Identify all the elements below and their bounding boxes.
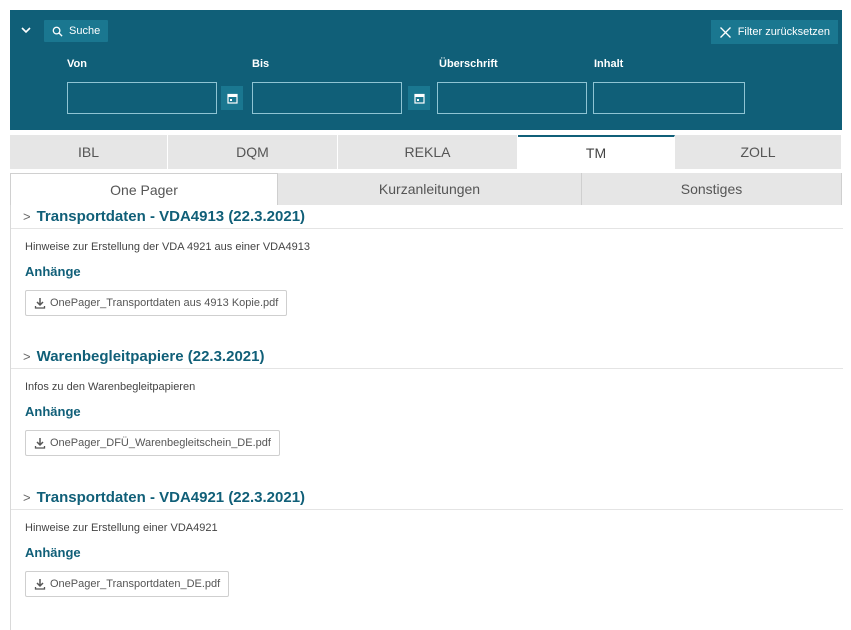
attachment-filename: OnePager_Transportdaten aus 4913 Kopie.p… bbox=[50, 297, 279, 309]
bis-label: Bis bbox=[252, 58, 270, 70]
attachments-label: Anhänge bbox=[25, 545, 81, 560]
attachments-label: Anhänge bbox=[25, 264, 81, 279]
section-header[interactable]: > Warenbegleitpapiere (22.3.2021) bbox=[11, 345, 843, 369]
ueberschrift-label: Überschrift bbox=[439, 58, 498, 70]
tab-kurzanleitungen[interactable]: Kurzanleitungen bbox=[278, 173, 582, 205]
ueberschrift-input[interactable] bbox=[437, 82, 587, 114]
bis-calendar-button[interactable] bbox=[408, 86, 430, 110]
section-header[interactable]: > Transportdaten - VDA4921 (22.3.2021) bbox=[11, 486, 843, 510]
tab-dqm[interactable]: DQM bbox=[168, 135, 338, 169]
download-icon bbox=[34, 579, 46, 590]
attachment-filename: OnePager_DFÜ_Warenbegleitschein_DE.pdf bbox=[50, 437, 271, 449]
content-list: > Transportdaten - VDA4913 (22.3.2021) H… bbox=[10, 205, 843, 630]
list-item: > Transportdaten - VDA4913 (22.3.2021) H… bbox=[11, 205, 843, 316]
download-icon bbox=[34, 298, 46, 309]
tab-zoll[interactable]: ZOLL bbox=[675, 135, 842, 169]
tab-one-pager[interactable]: One Pager bbox=[10, 173, 278, 205]
collapse-button[interactable] bbox=[18, 20, 34, 40]
attachment-file[interactable]: OnePager_Transportdaten aus 4913 Kopie.p… bbox=[25, 290, 288, 316]
list-item: > Transportdaten - VDA4921 (22.3.2021) H… bbox=[11, 486, 843, 597]
chevron-right-icon: > bbox=[23, 209, 31, 224]
tab-ibl[interactable]: IBL bbox=[10, 135, 168, 169]
section-description: Hinweise zur Erstellung einer VDA4921 bbox=[25, 522, 218, 534]
inhalt-input[interactable] bbox=[593, 82, 745, 114]
calendar-icon bbox=[413, 93, 425, 104]
download-icon bbox=[34, 438, 46, 449]
chevron-down-icon bbox=[21, 27, 31, 34]
calendar-icon bbox=[226, 93, 238, 104]
chevron-right-icon: > bbox=[23, 349, 31, 364]
chevron-right-icon: > bbox=[23, 490, 31, 505]
sub-tabs: One Pager Kurzanleitungen Sonstiges bbox=[10, 173, 842, 205]
attachment-file[interactable]: OnePager_DFÜ_Warenbegleitschein_DE.pdf bbox=[25, 430, 280, 456]
filter-panel: Suche Filter zurücksetzen Von Bis Übersc… bbox=[10, 10, 842, 130]
von-date-input[interactable] bbox=[67, 82, 217, 114]
section-title: Transportdaten - VDA4921 (22.3.2021) bbox=[36, 489, 306, 506]
attachments-label: Anhänge bbox=[25, 404, 81, 419]
tab-rekla[interactable]: REKLA bbox=[338, 135, 518, 169]
attachment-filename: OnePager_Transportdaten_DE.pdf bbox=[50, 578, 221, 590]
tab-sonstiges[interactable]: Sonstiges bbox=[582, 173, 842, 205]
von-label: Von bbox=[67, 58, 87, 70]
reset-label: Filter zurücksetzen bbox=[737, 26, 830, 38]
list-item: > Warenbegleitpapiere (22.3.2021) Infos … bbox=[11, 345, 843, 456]
search-icon bbox=[52, 26, 63, 37]
section-description: Hinweise zur Erstellung der VDA 4921 aus… bbox=[25, 241, 310, 253]
section-header[interactable]: > Transportdaten - VDA4913 (22.3.2021) bbox=[11, 205, 843, 229]
von-calendar-button[interactable] bbox=[221, 86, 243, 110]
search-label: Suche bbox=[69, 25, 101, 37]
section-title: Warenbegleitpapiere (22.3.2021) bbox=[36, 348, 265, 365]
close-icon bbox=[719, 26, 731, 38]
category-tabs: IBL DQM REKLA TM ZOLL bbox=[10, 135, 842, 169]
inhalt-label: Inhalt bbox=[594, 58, 624, 70]
bis-date-input[interactable] bbox=[252, 82, 402, 114]
search-button[interactable]: Suche bbox=[44, 20, 109, 42]
attachment-file[interactable]: OnePager_Transportdaten_DE.pdf bbox=[25, 571, 230, 597]
section-title: Transportdaten - VDA4913 (22.3.2021) bbox=[36, 208, 306, 225]
reset-filter-button[interactable]: Filter zurücksetzen bbox=[710, 20, 838, 44]
tab-tm[interactable]: TM bbox=[518, 135, 675, 169]
section-description: Infos zu den Warenbegleitpapieren bbox=[25, 381, 196, 393]
